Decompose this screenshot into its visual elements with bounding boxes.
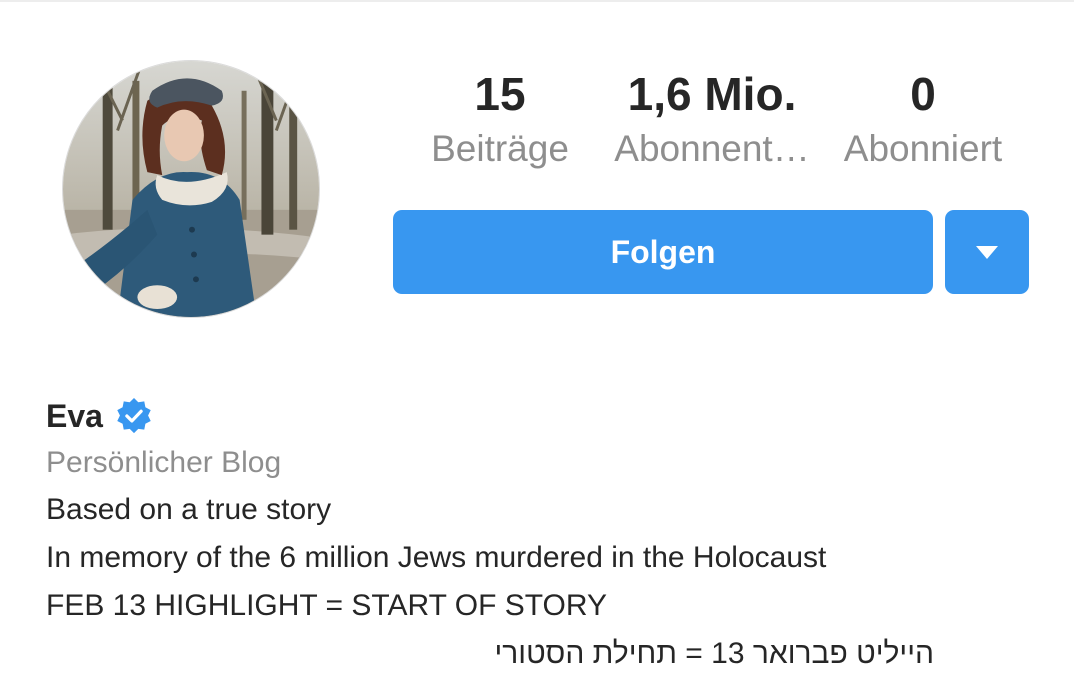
profile-category: Persönlicher Blog	[46, 446, 282, 479]
bio-line: FEB 13 HIGHLIGHT = START OF STORY	[46, 589, 607, 622]
posts-value: 15	[474, 68, 526, 120]
profile-name: Eva	[46, 397, 103, 434]
posts-count[interactable]: 15 Beiträge	[421, 64, 579, 174]
avatar-photo	[63, 61, 319, 317]
profile-page: 15 Beiträge 1,6 Mio. Abonnent… 0 Abonnie…	[0, 0, 1074, 686]
bio-line: Based on a true story	[46, 493, 332, 526]
bio-line: In memory of the 6 million Jews murdered…	[46, 541, 827, 574]
bio-line-hebrew: הייליט פברואר 13 = תחילת הסטורי	[494, 637, 934, 670]
profile-name-row: Eva	[46, 394, 153, 438]
verified-badge-icon	[117, 397, 151, 434]
following-value: 0	[910, 68, 936, 120]
follow-button[interactable]: Folgen	[393, 210, 933, 294]
posts-label: Beiträge	[431, 128, 569, 169]
avatar[interactable]	[62, 60, 320, 318]
followers-label: Abonnent…	[614, 128, 810, 169]
following-label: Abonniert	[843, 128, 1003, 169]
followers-count[interactable]: 1,6 Mio. Abonnent…	[604, 64, 820, 174]
followers-value: 1,6 Mio.	[627, 68, 797, 120]
divider	[0, 0, 1074, 2]
following-count[interactable]: 0 Abonniert	[830, 64, 1016, 174]
triangle-down-icon	[976, 245, 998, 259]
suggestions-dropdown-button[interactable]	[945, 210, 1029, 294]
